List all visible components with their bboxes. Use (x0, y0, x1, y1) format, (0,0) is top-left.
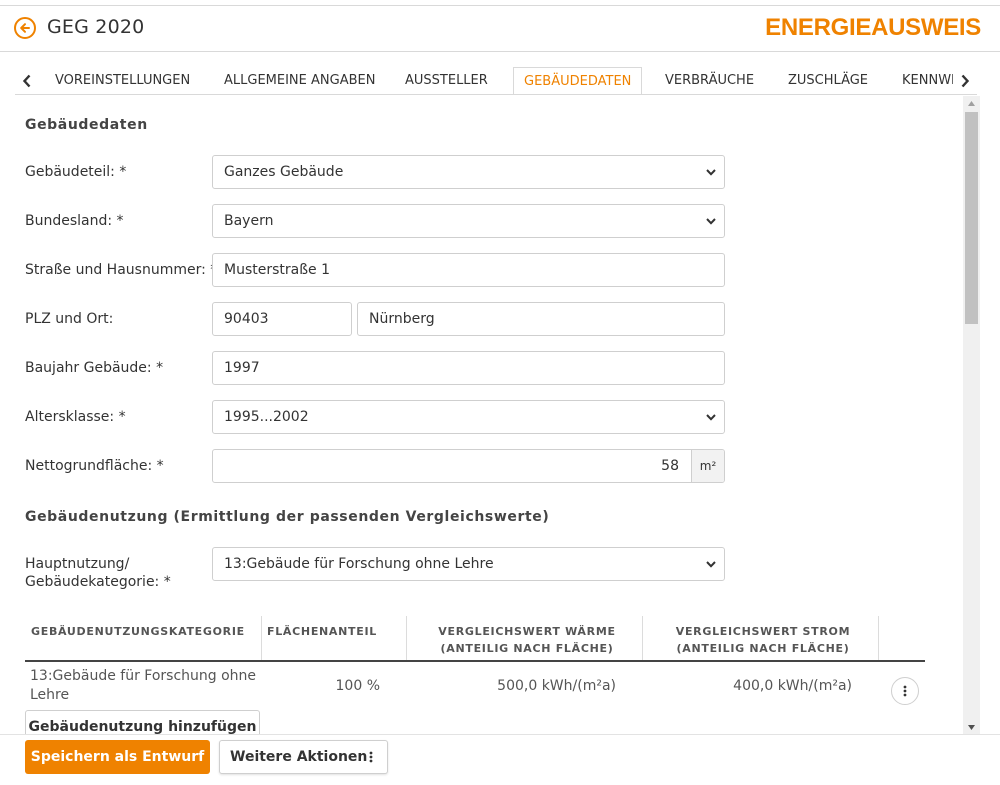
unit-addon: m² (691, 450, 724, 482)
app-title: GEG 2020 (47, 16, 145, 38)
strasse-input[interactable]: Musterstraße 1 (212, 253, 725, 287)
tab-allgemeine-angaben[interactable]: ALLGEMEINE ANGABEN (224, 67, 375, 94)
baujahr-input[interactable]: 1997 (212, 351, 725, 385)
td-flaechenanteil: 100 % (335, 678, 380, 694)
app-header: GEG 2020 ENERGIEAUSWEIS (0, 6, 1000, 52)
hauptnutzung-select[interactable]: 13:Gebäude für Forschung ohne Lehre (212, 547, 725, 581)
tab-kennwerte[interactable]: KENNWE (902, 67, 959, 94)
td-kategorie: 13:Gebäude für Forschung ohne Lehre (30, 667, 260, 705)
th-strom-line1: VERGLEICHSWERT STROM (675, 625, 851, 638)
label-altersklasse: Altersklasse: * (25, 409, 126, 425)
tabs-scroll-right-button[interactable] (953, 67, 977, 94)
tabs-scroll-left-button[interactable] (15, 67, 39, 94)
label-bundesland: Bundesland: * (25, 213, 124, 229)
more-actions-button[interactable]: Weitere Aktionen (219, 740, 388, 774)
altersklasse-value: 1995...2002 (224, 409, 309, 425)
chevron-down-icon (706, 548, 716, 580)
hauptnutzung-value: 13:Gebäude für Forschung ohne Lehre (224, 556, 494, 572)
chevron-down-icon (706, 401, 716, 433)
triangle-up-icon (968, 100, 975, 106)
row-menu-button[interactable] (891, 677, 919, 705)
th-waerme-line1: VERGLEICHSWERT WÄRME (438, 625, 616, 638)
th-kategorie: GEBÄUDENUTZUNGSKATEGORIE (31, 625, 245, 638)
chevron-down-icon (706, 156, 716, 188)
back-button[interactable] (14, 17, 36, 39)
scroll-down-button[interactable] (963, 720, 980, 734)
chevron-down-icon (706, 205, 716, 237)
tab-bar: VOREINSTELLUNGEN ALLGEMEINE ANGABEN AUSS… (15, 67, 977, 95)
gebaeudeteil-select[interactable]: Ganzes Gebäude (212, 155, 725, 189)
section-title-gebaeudenutzung: Gebäudenutzung (Ermittlung der passenden… (25, 509, 550, 525)
td-kategorie-line2: Lehre (30, 687, 70, 703)
chevron-right-icon (961, 74, 970, 87)
more-vertical-icon (369, 741, 373, 773)
tab-zuschlaege[interactable]: ZUSCHLÄGE (788, 67, 868, 94)
label-baujahr: Baujahr Gebäude: * (25, 360, 164, 376)
form-content: Gebäudedaten Gebäudeteil: * Ganzes Gebäu… (15, 96, 963, 734)
label-hauptnutzung: Hauptnutzung/ Gebäudekategorie: * (25, 555, 171, 591)
triangle-down-icon (968, 724, 975, 730)
td-waerme: 500,0 kWh/(m²a) (497, 678, 616, 694)
nettogrundflaeche-value: 58 (661, 458, 679, 474)
brand-logo: ENERGIEAUSWEIS (765, 14, 981, 41)
label-nettogrundflaeche: Nettogrundfläche: * (25, 458, 164, 474)
th-flaechenanteil: FLÄCHENANTEIL (267, 625, 377, 638)
bundesland-value: Bayern (224, 213, 274, 229)
column-divider (642, 616, 643, 660)
column-divider (878, 616, 879, 660)
more-vertical-icon (903, 685, 907, 697)
add-gebaeudenutzung-button[interactable]: Gebäudenutzung hinzufügen (25, 710, 260, 734)
plz-input[interactable]: 90403 (212, 302, 352, 336)
altersklasse-select[interactable]: 1995...2002 (212, 400, 725, 434)
th-waerme-line2: (ANTEILIG NACH FLÄCHE) (440, 642, 614, 655)
gebaeudeteil-value: Ganzes Gebäude (224, 164, 344, 180)
chevron-left-icon (22, 74, 31, 87)
column-divider (406, 616, 407, 660)
footer-bar: Speichern als Entwurf Weitere Aktionen (0, 734, 1000, 785)
nutzung-table-header: GEBÄUDENUTZUNGSKATEGORIE FLÄCHENANTEIL V… (25, 616, 925, 662)
more-actions-label: Weitere Aktionen (230, 749, 368, 765)
scroll-up-button[interactable] (963, 96, 980, 110)
scroll-thumb[interactable] (965, 112, 978, 324)
tab-gebaeudedaten[interactable]: GEBÄUDEDATEN (513, 67, 643, 94)
bundesland-select[interactable]: Bayern (212, 204, 725, 238)
td-kategorie-line1: 13:Gebäude für Forschung ohne (30, 668, 257, 684)
tab-aussteller[interactable]: AUSSTELLER (405, 67, 488, 94)
arrow-left-icon (20, 23, 30, 33)
tab-voreinstellungen[interactable]: VOREINSTELLUNGEN (55, 67, 190, 94)
column-divider (261, 616, 262, 660)
ort-input[interactable]: Nürnberg (357, 302, 725, 336)
label-gebaeudeteil: Gebäudeteil: * (25, 164, 127, 180)
label-hauptnutzung-line2: Gebäudekategorie: * (25, 574, 171, 590)
tab-verbraeuche[interactable]: VERBRÄUCHE (665, 67, 754, 94)
th-strom-line2: (ANTEILIG NACH FLÄCHE) (676, 642, 850, 655)
th-strom: VERGLEICHSWERT STROM (ANTEILIG NACH FLÄC… (647, 623, 879, 667)
td-strom: 400,0 kWh/(m²a) (733, 678, 852, 694)
nettogrundflaeche-input[interactable]: 58 m² (212, 449, 725, 483)
section-title-gebaeudedaten: Gebäudedaten (25, 117, 148, 133)
label-hauptnutzung-line1: Hauptnutzung/ (25, 556, 130, 572)
label-strasse: Straße und Hausnummer: * (25, 262, 218, 278)
th-waerme: VERGLEICHSWERT WÄRME (ANTEILIG NACH FLÄC… (411, 623, 643, 667)
label-plz-ort: PLZ und Ort: (25, 311, 114, 327)
vertical-scrollbar[interactable] (963, 96, 980, 734)
save-draft-button[interactable]: Speichern als Entwurf (25, 740, 210, 774)
